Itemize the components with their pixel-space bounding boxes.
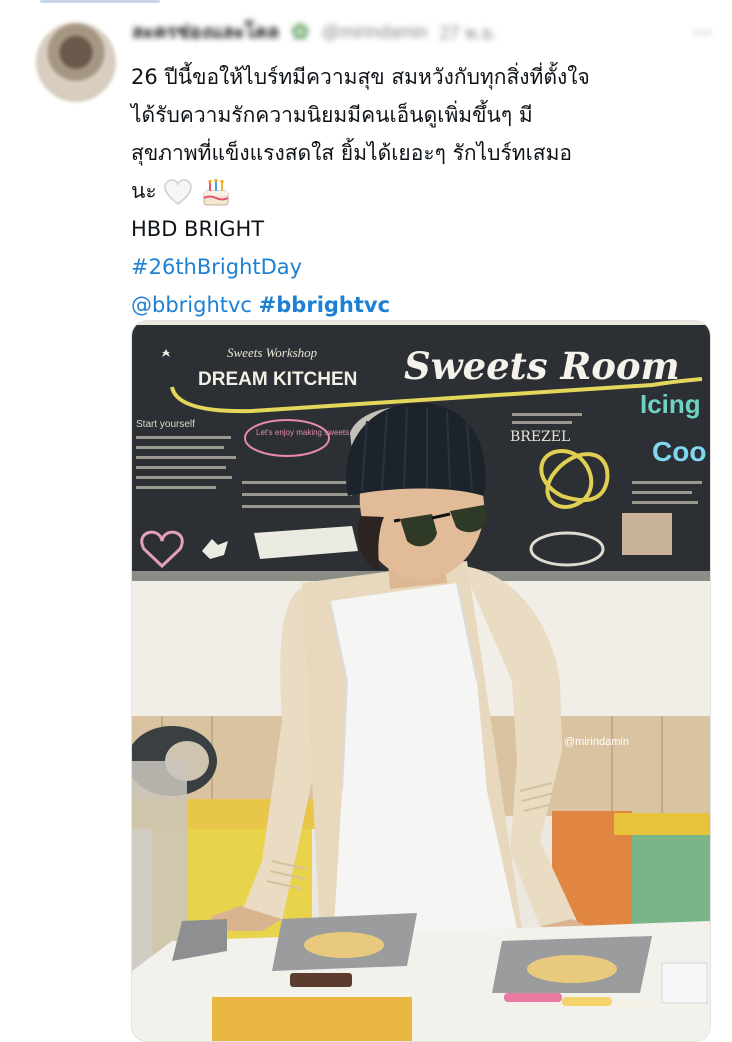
tweet-line-2: ได้รับความรักความนิยมมีคนเอ็นดูเพิ่มขึ้น… — [131, 103, 533, 127]
top-divider — [40, 0, 160, 3]
birthday-cake-icon — [203, 178, 229, 206]
board-pretzel: BREZEL — [510, 429, 570, 445]
board-script: Sweets Room — [404, 344, 680, 388]
leaf-emoji-icon: ✿ — [291, 19, 310, 44]
author-avatar[interactable] — [36, 22, 116, 102]
board-title: DREAM KITCHEN — [198, 369, 357, 390]
board-intro: Start yourself — [136, 419, 195, 430]
white-heart-icon — [164, 179, 193, 205]
tweet-photo[interactable]: Sweets Workshop DREAM KITCHEN Sweets Roo… — [131, 320, 711, 1042]
mention-bbrightvc[interactable]: @bbrightvc — [131, 293, 252, 317]
board-small-title: Sweets Workshop — [227, 345, 318, 360]
hashtag-26thbrightday[interactable]: #26thBrightDay — [131, 255, 302, 279]
hashtag-bbrightvc[interactable]: #bbrightvc — [259, 293, 390, 317]
board-bubble: Let's enjoy making sweets — [256, 428, 349, 437]
more-options-icon[interactable]: ⋯ — [692, 20, 712, 45]
photo-scene: Sweets Workshop DREAM KITCHEN Sweets Roo… — [132, 321, 710, 1041]
photo-watermark: @mirindamin — [564, 736, 629, 748]
tweet-line-1: 26 ปีนี้ขอให้ไบร์ทมีความสุข สมหวังกับทุก… — [131, 65, 590, 89]
tweet-line-3: สุขภาพที่แข็งแรงสดใส ยิ้มได้เยอะๆ รักไบร… — [131, 141, 573, 165]
tweet-header: ละครช่องและโคล ✿ @mirindamin 27 พ.ย. ⋯ — [132, 18, 712, 46]
board-side-2: Coo — [652, 436, 706, 467]
author-handle[interactable]: @mirindamin — [321, 22, 427, 43]
tweet-time[interactable]: 27 พ.ย. — [440, 18, 497, 47]
hbd-line: HBD BRIGHT — [131, 217, 265, 241]
tweet-body: 26 ปีนี้ขอให้ไบร์ทมีความสุข สมหวังกับทุก… — [131, 58, 721, 324]
tweet-line-4: นะ — [131, 172, 721, 210]
board-side-1: Icing — [640, 389, 701, 419]
author-display-name[interactable]: ละครช่องและโคล — [132, 17, 279, 47]
tweet-line-4-text: นะ — [131, 179, 157, 203]
